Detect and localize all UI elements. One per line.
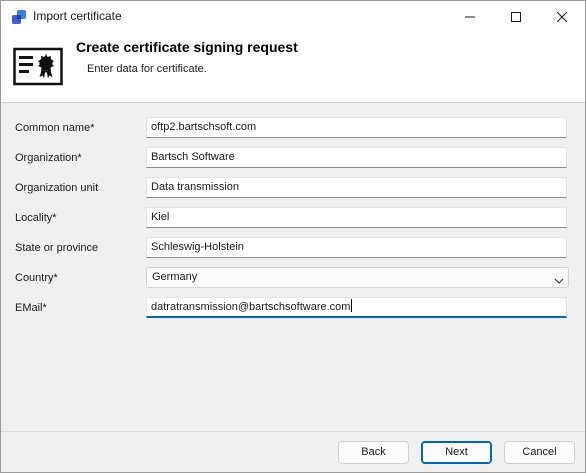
state-province-input[interactable]: Schleswig-Holstein xyxy=(146,237,567,258)
chevron-down-icon xyxy=(554,273,564,284)
email-value: datratransmission@bartschsoftware.com xyxy=(151,301,351,313)
close-icon xyxy=(557,11,567,22)
window-title: Import certificate xyxy=(33,9,122,23)
locality-label: Locality* xyxy=(15,212,57,224)
organization-unit-input[interactable]: Data transmission xyxy=(146,177,567,198)
organization-unit-label: Organization unit xyxy=(15,182,99,194)
app-logo-icon xyxy=(11,9,27,25)
next-button[interactable]: Next xyxy=(421,441,492,464)
country-selected-value: Germany xyxy=(152,271,198,283)
certificate-icon xyxy=(13,47,63,87)
cancel-button[interactable]: Cancel xyxy=(504,441,575,464)
text-cursor xyxy=(351,299,353,312)
country-select[interactable]: Germany xyxy=(146,267,569,288)
common-name-input[interactable]: oftp2.bartschsoft.com xyxy=(146,117,567,138)
country-label: Country* xyxy=(15,272,58,284)
back-button[interactable]: Back xyxy=(338,441,409,464)
footer-divider xyxy=(1,431,585,432)
state-province-label: State or province xyxy=(15,242,99,254)
organization-input[interactable]: Bartsch Software xyxy=(146,147,567,168)
organization-label: Organization* xyxy=(15,152,82,164)
email-label: EMail* xyxy=(15,302,47,314)
page-title: Create certificate signing request xyxy=(76,39,298,55)
maximize-icon xyxy=(511,11,521,22)
locality-input[interactable]: Kiel xyxy=(146,207,567,228)
common-name-label: Common name* xyxy=(15,122,95,134)
close-button[interactable] xyxy=(539,1,585,32)
maximize-button[interactable] xyxy=(493,1,539,32)
minimize-icon xyxy=(465,16,475,17)
minimize-button[interactable] xyxy=(447,1,493,32)
import-certificate-dialog: Import certificate Create certificate si… xyxy=(0,0,586,473)
page-subtitle: Enter data for certificate. xyxy=(87,63,207,75)
header-banner: Create certificate signing request Enter… xyxy=(1,32,585,103)
email-input[interactable]: datratransmission@bartschsoftware.com xyxy=(146,297,567,318)
title-bar: Import certificate xyxy=(1,1,585,32)
